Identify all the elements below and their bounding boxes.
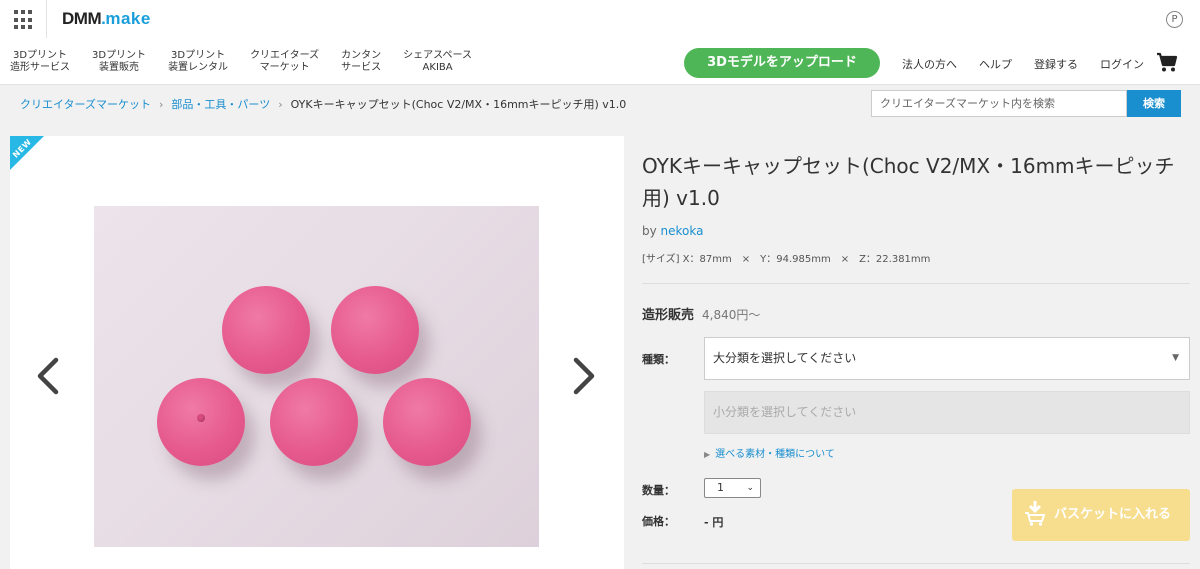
keycap xyxy=(157,378,245,466)
materials-info-link[interactable]: ▶ 選べる素材・種類について xyxy=(704,445,835,460)
product-photo[interactable] xyxy=(94,206,539,547)
keycap xyxy=(270,378,358,466)
chevron-right-icon[interactable] xyxy=(570,356,598,396)
product-size: [サイズ] X：87mm × Y：94.985mm × Z：22.381mm xyxy=(642,254,931,265)
type-label: 種類： xyxy=(642,353,675,366)
global-nav: 3Dプリント 造形サービス 3Dプリント 装置販売 3Dプリント 装置レンタル … xyxy=(10,50,494,74)
app-grid-icon[interactable] xyxy=(14,10,34,30)
nav-3d-print-service[interactable]: 3Dプリント 造形サービス xyxy=(10,50,70,74)
price-label: 価格： xyxy=(642,515,675,528)
basket-download-icon xyxy=(1025,501,1046,526)
keycap xyxy=(383,378,471,466)
divider xyxy=(642,563,1190,564)
point-icon[interactable]: P xyxy=(1166,11,1183,28)
author-link[interactable]: nekoka xyxy=(661,224,704,238)
divider xyxy=(642,283,1190,284)
utility-nav: 法人の方へ ヘルプ 登録する ログイン xyxy=(902,56,1166,72)
header-divider xyxy=(46,0,47,38)
nav-creators-market[interactable]: クリエイターズ マーケット xyxy=(250,50,319,74)
price-value: - 円 xyxy=(704,516,724,529)
breadcrumb-current: OYKキーキャップセット(Choc V2/MX・16mmキーピッチ用) v1.0 xyxy=(290,98,627,111)
category-select[interactable]: 大分類を選択してください ▼ xyxy=(704,337,1190,380)
keycap xyxy=(222,286,310,374)
breadcrumb-parts-tools[interactable]: 部品・工具・パーツ xyxy=(171,96,270,112)
login-link[interactable]: ログイン xyxy=(1100,56,1144,72)
keycap xyxy=(331,286,419,374)
chevron-left-icon[interactable] xyxy=(34,356,62,396)
dropdown-caret-icon: ▼ xyxy=(1172,353,1179,363)
search-button[interactable]: 検索 xyxy=(1127,90,1181,117)
site-header: DMM.make P 3Dプリント 造形サービス 3Dプリント 装置販売 3Dプ… xyxy=(0,0,1200,85)
triangle-right-icon: ▶ xyxy=(704,450,711,459)
cart-icon[interactable] xyxy=(1156,51,1178,73)
product-title: OYKキーキャップセット(Choc V2/MX・16mmキーピッチ用) v1.0 xyxy=(642,154,1175,210)
new-badge: NEW xyxy=(10,136,44,170)
nav-share-space[interactable]: シェアスペース AKIBA xyxy=(403,50,472,74)
price-from: 4,840円〜 xyxy=(702,308,761,322)
chevron-right-icon: › xyxy=(278,97,283,111)
nav-3d-printer-sales[interactable]: 3Dプリント 装置販売 xyxy=(92,50,146,74)
site-logo[interactable]: DMM.make xyxy=(62,9,151,29)
corporate-link[interactable]: 法人の方へ xyxy=(902,56,957,72)
market-search-input[interactable] xyxy=(871,90,1127,117)
help-link[interactable]: ヘルプ xyxy=(979,56,1012,72)
author-line: by nekoka xyxy=(642,224,704,238)
chevron-right-icon: › xyxy=(159,97,164,111)
product-gallery: NEW xyxy=(10,136,624,569)
nav-easy-service[interactable]: カンタン サービス xyxy=(341,50,381,74)
breadcrumb-creators-market[interactable]: クリエイターズマーケット xyxy=(20,96,151,112)
quantity-label: 数量： xyxy=(642,484,675,497)
upload-3d-model-button[interactable]: 3Dモデルをアップロード xyxy=(684,48,880,78)
chevron-down-icon: ⌄ xyxy=(746,483,754,493)
breadcrumb: クリエイターズマーケット › 部品・工具・パーツ › OYKキーキャップセット(… xyxy=(20,96,626,112)
subcategory-select[interactable]: 小分類を選択してください xyxy=(704,391,1190,434)
nav-3d-printer-rental[interactable]: 3Dプリント 装置レンタル xyxy=(168,50,228,74)
register-link[interactable]: 登録する xyxy=(1034,56,1078,72)
quantity-select[interactable]: 1 ⌄ xyxy=(704,478,761,498)
product-info: OYKキーキャップセット(Choc V2/MX・16mmキーピッチ用) v1.0… xyxy=(642,150,1192,265)
sales-heading: 造形販売 4,840円〜 xyxy=(642,308,761,323)
